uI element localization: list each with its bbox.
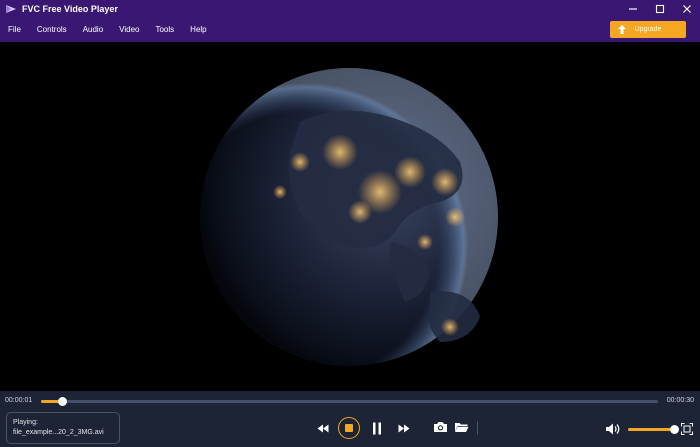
camera-icon (433, 422, 447, 432)
snapshot-button[interactable] (432, 420, 448, 434)
playing-file-name: file_example...20_2_3MG.avi (13, 429, 104, 436)
volume-handle[interactable] (670, 425, 680, 434)
video-viewport[interactable] (0, 42, 700, 391)
progress-handle[interactable] (57, 397, 67, 406)
fast-forward-button[interactable] (397, 421, 411, 435)
current-time: 00:00:01 (5, 397, 33, 404)
menu-tools[interactable]: Tools (147, 18, 182, 42)
volume-fill (628, 428, 675, 431)
folder-icon (454, 423, 468, 432)
maximize-icon (655, 4, 664, 14)
maximize-button[interactable] (646, 0, 673, 18)
minimize-icon (628, 8, 637, 10)
now-playing-box: Playing: file_example...20_2_3MG.avi (6, 412, 120, 444)
close-icon (682, 5, 691, 13)
title-bar: FVC Free Video Player (0, 0, 700, 18)
menu-audio[interactable]: Audio (75, 18, 111, 42)
menu-video[interactable]: Video (111, 18, 147, 42)
volume-slider[interactable] (628, 425, 680, 434)
fullscreen-icon (681, 423, 693, 435)
window-controls (619, 0, 700, 18)
upgrade-arrow-icon (618, 25, 626, 34)
volume-button[interactable] (605, 422, 621, 436)
speaker-icon (606, 423, 620, 435)
menu-file[interactable]: File (0, 18, 29, 42)
menu-help[interactable]: Help (182, 18, 214, 42)
menu-bar: File Controls Audio Video Tools Help Upg… (0, 18, 700, 42)
pause-icon (373, 422, 381, 434)
control-divider (477, 421, 478, 435)
pause-button[interactable] (370, 420, 384, 436)
progress-bar[interactable] (41, 397, 658, 406)
fast-forward-icon (398, 424, 410, 432)
rewind-button[interactable] (316, 421, 330, 435)
stop-icon (345, 424, 353, 432)
open-file-button[interactable] (453, 420, 469, 434)
close-button[interactable] (673, 0, 700, 18)
menu-controls[interactable]: Controls (29, 18, 75, 42)
playing-label: Playing: (13, 419, 38, 426)
video-frame-earth (200, 68, 498, 366)
control-panel: 00:00:01 00:00:30 Playing: file_example.… (0, 391, 700, 447)
play-logo-icon (4, 3, 18, 15)
app-title: FVC Free Video Player (22, 4, 118, 14)
upgrade-button[interactable]: Upgrade (610, 21, 686, 38)
total-time: 00:00:30 (666, 397, 694, 404)
upgrade-label: Upgrade (634, 26, 662, 33)
minimize-button[interactable] (619, 0, 646, 18)
stop-button[interactable] (338, 417, 360, 439)
rewind-icon (317, 424, 329, 432)
fullscreen-button[interactable] (680, 422, 694, 436)
